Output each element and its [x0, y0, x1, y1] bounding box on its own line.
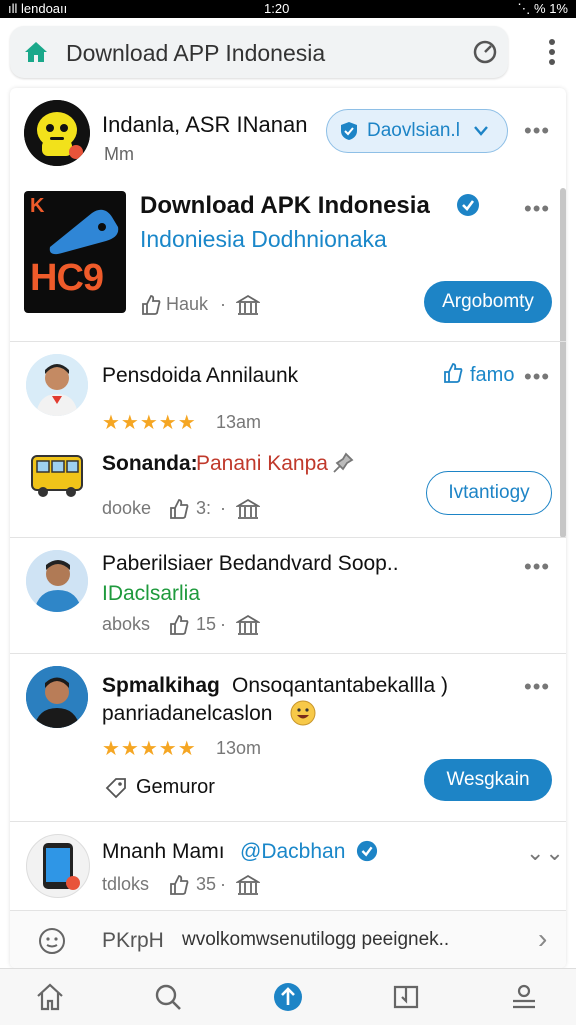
person-avatar-icon	[26, 550, 88, 612]
bottom-nav	[0, 968, 576, 1025]
bank-icon	[236, 874, 260, 895]
post-author[interactable]: Paberilsiaer Bedandvard Soop..	[102, 552, 399, 576]
like-icon[interactable]	[168, 874, 190, 896]
feed-sheet: Indanla, ASR INanan Mm Daovlsian.l ••• K…	[10, 88, 566, 968]
bank-icon	[236, 498, 260, 519]
status-bar: ıll lendoaıı 1:20 ⋱ % 1%	[0, 0, 576, 18]
post-author[interactable]: Mnanh Mamı	[102, 840, 225, 864]
post-time: Mm	[104, 144, 134, 164]
divider	[10, 537, 566, 538]
post-author-rest[interactable]: Onsoqantantabekallla )	[232, 674, 448, 698]
more-icon[interactable]: •••	[524, 364, 550, 390]
address-bar[interactable]: Download APP Indonesia	[10, 26, 508, 78]
meta-dot: ·	[220, 874, 226, 894]
author-avatar[interactable]	[26, 666, 88, 728]
person-avatar-icon	[26, 666, 88, 728]
bus-icon	[31, 455, 83, 497]
app-name[interactable]: Download APK Indonesia	[140, 192, 430, 220]
rating-stars: ★★★★★	[102, 412, 197, 434]
clock-text: 1:20	[264, 1, 290, 16]
item-title[interactable]: Sonanda:	[102, 452, 198, 476]
tag-icon	[105, 778, 126, 799]
support-icon	[39, 928, 65, 954]
shield-icon	[341, 122, 357, 140]
nav-search-icon[interactable]	[152, 981, 184, 1013]
carrier-text: ıll lendoaıı	[8, 1, 68, 16]
like-count: 35	[196, 874, 217, 894]
logo-text: HC9	[30, 257, 104, 299]
post-author[interactable]: Indanla, ASR INanan	[102, 112, 307, 138]
phone-icon	[43, 843, 80, 890]
primary-action-button[interactable]: Wesgkain	[424, 759, 552, 801]
pin-icon	[333, 452, 354, 473]
more-icon[interactable]: •••	[524, 554, 550, 580]
bank-icon	[236, 294, 260, 315]
more-icon[interactable]: •••	[524, 118, 550, 144]
meta-dot: ·	[220, 294, 226, 314]
nav-profile-icon[interactable]	[508, 981, 540, 1013]
overflow-menu-icon[interactable]	[548, 38, 556, 66]
like-label[interactable]: famo	[470, 364, 514, 387]
divider	[10, 821, 566, 822]
reload-icon[interactable]	[472, 39, 498, 65]
pill-label: Daovlsian.l	[367, 120, 460, 141]
nav-home-icon[interactable]	[34, 981, 66, 1013]
scrollbar[interactable]	[560, 188, 566, 538]
game-controller-icon	[49, 209, 119, 255]
rating-stars: ★★★★★	[102, 738, 197, 760]
chevron-right-icon[interactable]: ›	[538, 923, 547, 955]
like-icon[interactable]	[168, 498, 190, 520]
post-handle[interactable]: @Dacbhan	[240, 840, 345, 864]
meta-label: Hauk	[166, 294, 209, 314]
post-time: 13am	[216, 412, 262, 432]
post-author[interactable]: Pensdoida Annilaunk	[102, 364, 298, 388]
author-avatar[interactable]	[26, 354, 88, 416]
more-icon[interactable]: •••	[524, 674, 550, 700]
like-icon[interactable]	[140, 294, 162, 316]
like-icon[interactable]	[168, 614, 190, 636]
person-avatar-icon	[26, 354, 88, 416]
author-avatar[interactable]	[26, 550, 88, 612]
home-icon[interactable]	[24, 40, 48, 64]
item-title-accent[interactable]: Panani Kanpa	[196, 452, 328, 476]
battery-text: ⋱ % 1%	[517, 1, 568, 16]
emoji-icon	[290, 700, 316, 726]
action-label[interactable]: Gemuror	[136, 776, 215, 799]
more-icon[interactable]: •••	[524, 196, 550, 222]
nav-bookmark-icon[interactable]	[390, 981, 422, 1013]
nav-upload-icon[interactable]	[272, 981, 304, 1013]
author-avatar[interactable]	[24, 100, 90, 166]
verified-badge-icon	[356, 840, 378, 862]
footer-text: wvolkomwsenutilogg peeignek..	[182, 929, 450, 950]
meta-label: tdloks	[102, 874, 150, 894]
meta-dot: ·	[220, 614, 226, 634]
verified-badge-icon	[457, 194, 479, 216]
like-icon[interactable]	[442, 362, 464, 384]
download-pill-button[interactable]: Daovlsian.l	[326, 109, 508, 153]
divider	[10, 341, 566, 342]
footer-label: PKrpH	[102, 929, 164, 952]
app-subtitle[interactable]: Indoniesia Dodhnionaka	[140, 226, 387, 253]
post-tagline[interactable]: IDaclsarlia	[102, 582, 200, 606]
post-author[interactable]: Spmalkihag	[102, 674, 220, 698]
meta-dot: ·	[220, 498, 226, 518]
footer-row[interactable]: PKrpH wvolkomwsenutilogg peeignek.. ›	[10, 911, 566, 968]
chevron-down-icon	[474, 126, 488, 136]
post-body: panriadanelcaslon	[102, 702, 273, 725]
like-count: 3:	[196, 498, 212, 518]
post-time: 13om	[216, 738, 262, 758]
meta-label: aboks	[102, 614, 151, 634]
meta-label: dooke	[102, 498, 152, 518]
app-logo[interactable]: K HC9	[24, 191, 126, 313]
divider	[10, 653, 566, 654]
primary-action-button[interactable]: Argobomty	[424, 281, 552, 323]
like-count: 15	[196, 614, 217, 634]
android-mascot-icon	[24, 100, 90, 166]
secondary-action-button[interactable]: Ivtantiogy	[426, 471, 552, 515]
author-avatar[interactable]	[26, 834, 90, 898]
expand-icon[interactable]: ⌄⌄	[526, 840, 565, 866]
bank-icon	[236, 614, 260, 635]
url-text[interactable]: Download APP Indonesia	[66, 40, 325, 67]
